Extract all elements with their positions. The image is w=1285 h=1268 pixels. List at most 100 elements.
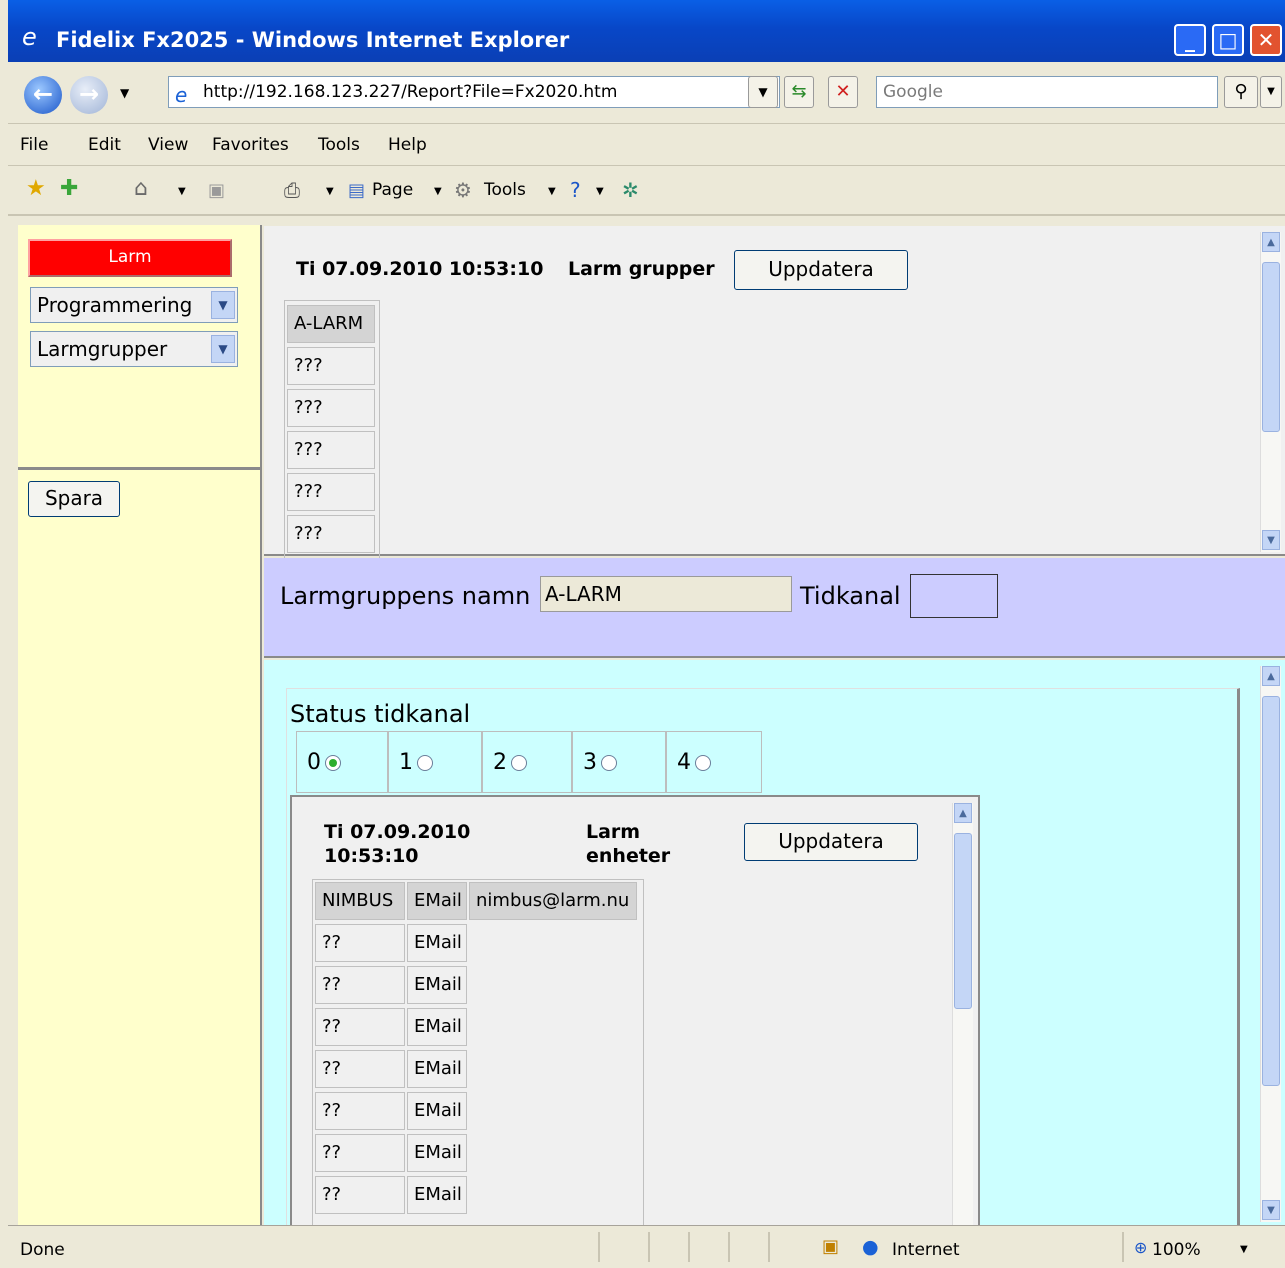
status-divider [598, 1232, 600, 1262]
zoom-icon[interactable]: ⊕ [1134, 1238, 1147, 1257]
channel-tab-3[interactable]: 3 [572, 731, 666, 793]
scroll-thumb[interactable] [954, 833, 972, 1009]
alarm-group-cell[interactable]: ??? [287, 515, 375, 553]
home-icon[interactable]: ⌂ [134, 176, 148, 201]
status-divider [768, 1232, 770, 1262]
search-options-icon[interactable]: ▼ [1260, 76, 1282, 108]
unit-name-cell[interactable]: ?? [315, 1008, 405, 1046]
channel-tab-label: 2 [493, 750, 507, 775]
alarm-button[interactable]: Larm [28, 239, 232, 277]
forward-button[interactable]: → [70, 76, 108, 114]
larmgrupper-select[interactable]: Larmgrupper ▼ [30, 331, 238, 367]
unit-type-cell[interactable]: EMail [407, 1134, 467, 1172]
address-input[interactable]: e http://192.168.123.227/Report?File=Fx2… [168, 76, 780, 108]
maximize-button[interactable]: □ [1212, 24, 1244, 56]
page-dropdown-icon[interactable]: ▼ [434, 186, 442, 197]
help-icon[interactable]: ? [570, 178, 581, 202]
scroll-thumb[interactable] [1262, 696, 1280, 1086]
left-frame: Larm Programmering ▼ Larmgrupper ▼ Spara [18, 225, 262, 1225]
minimize-button[interactable]: _ [1174, 24, 1206, 56]
menu-view[interactable]: View [148, 135, 188, 155]
alarm-group-cell[interactable]: ??? [287, 431, 375, 469]
address-toolbar: ← → ▼ e http://192.168.123.227/Report?Fi… [8, 62, 1285, 124]
favorites-star-icon[interactable]: ★ [26, 176, 46, 201]
tools-gear-icon[interactable]: ⚙ [454, 178, 472, 202]
print-icon[interactable]: ⎙ [284, 178, 300, 202]
print-dropdown-icon[interactable]: ▼ [326, 186, 334, 197]
close-button[interactable]: ✕ [1250, 24, 1282, 56]
tools-menu[interactable]: Tools [484, 180, 526, 200]
unit-type-cell[interactable]: EMail [407, 1092, 467, 1130]
radio-icon[interactable] [511, 755, 527, 771]
group-name-label: Larmgruppens namn [280, 582, 531, 610]
home-dropdown-icon[interactable]: ▼ [178, 186, 186, 197]
status-divider [688, 1232, 690, 1262]
unit-name-cell[interactable]: ?? [315, 1176, 405, 1214]
search-input[interactable]: Google [876, 76, 1218, 108]
unit-type-cell[interactable]: EMail [407, 1176, 467, 1214]
research-icon[interactable]: ✲ [622, 178, 639, 202]
scroll-up-icon[interactable]: ▲ [1262, 666, 1280, 686]
programmering-select[interactable]: Programmering ▼ [30, 287, 238, 323]
unit-type-cell[interactable]: EMail [407, 924, 467, 962]
menu-help[interactable]: Help [388, 135, 427, 155]
time-channel-input[interactable] [910, 574, 998, 618]
add-favorite-icon[interactable]: ✚ [60, 176, 78, 201]
menu-file[interactable]: File [20, 135, 48, 155]
radio-selected-icon[interactable] [325, 755, 341, 771]
address-dropdown-icon[interactable]: ▼ [748, 76, 778, 108]
top-datetime: Ti 07.09.2010 10:53:10 [296, 258, 544, 280]
channel-tab-2[interactable]: 2 [482, 731, 572, 793]
alarm-units-frame: Ti 07.09.2010 10:53:10 Larm enheter Uppd… [290, 795, 980, 1229]
back-button[interactable]: ← [24, 76, 62, 114]
unit-name-cell[interactable]: ?? [315, 924, 405, 962]
save-button[interactable]: Spara [28, 481, 120, 517]
feeds-icon[interactable]: ▣ [208, 180, 225, 201]
unit-type-cell[interactable]: EMail [407, 1008, 467, 1046]
page-menu[interactable]: Page [372, 180, 413, 200]
units-header-name[interactable]: NIMBUS [315, 882, 405, 920]
page-menu-icon[interactable]: ▤ [348, 180, 365, 201]
tools-dropdown-icon[interactable]: ▼ [548, 186, 556, 197]
search-icon[interactable]: ⚲ [1224, 76, 1258, 108]
radio-icon[interactable] [695, 755, 711, 771]
bottom-scrollbar[interactable]: ▲ ▼ [1260, 666, 1281, 1222]
refresh-icon[interactable]: ⇆ [784, 76, 814, 108]
unit-name-cell[interactable]: ?? [315, 966, 405, 1004]
top-refresh-button[interactable]: Uppdatera [734, 250, 908, 290]
scroll-down-icon[interactable]: ▼ [1262, 530, 1280, 550]
scroll-down-icon[interactable]: ▼ [1262, 1200, 1280, 1220]
scroll-up-icon[interactable]: ▲ [1262, 232, 1280, 252]
unit-type-cell[interactable]: EMail [407, 966, 467, 1004]
alarm-group-header[interactable]: A-LARM [287, 305, 375, 343]
alarm-group-cell[interactable]: ??? [287, 347, 375, 385]
alarm-group-cell[interactable]: ??? [287, 389, 375, 427]
stop-icon[interactable]: ✕ [828, 76, 858, 108]
history-dropdown-icon[interactable]: ▼ [120, 86, 129, 100]
top-scrollbar[interactable]: ▲ ▼ [1260, 232, 1281, 552]
units-header-type[interactable]: EMail [407, 882, 467, 920]
units-header-address[interactable]: nimbus@larm.nu [469, 882, 637, 920]
menu-tools[interactable]: Tools [318, 135, 360, 155]
radio-icon[interactable] [417, 755, 433, 771]
channel-tab-0[interactable]: 0 [296, 731, 388, 793]
channel-tab-1[interactable]: 1 [388, 731, 482, 793]
menu-edit[interactable]: Edit [88, 135, 121, 155]
scroll-up-icon[interactable]: ▲ [954, 803, 972, 823]
zoom-level[interactable]: 100% [1152, 1240, 1201, 1260]
channel-tab-4[interactable]: 4 [666, 731, 762, 793]
zoom-dropdown-icon[interactable]: ▼ [1240, 1244, 1248, 1255]
group-name-input[interactable]: A-LARM [540, 576, 792, 612]
help-dropdown-icon[interactable]: ▼ [596, 186, 604, 197]
radio-icon[interactable] [601, 755, 617, 771]
alarm-group-cell[interactable]: ??? [287, 473, 375, 511]
security-warning-icon[interactable]: ▣ [822, 1236, 839, 1257]
menu-favorites[interactable]: Favorites [212, 135, 289, 155]
units-scrollbar[interactable]: ▲ [952, 803, 973, 1227]
unit-name-cell[interactable]: ?? [315, 1134, 405, 1172]
unit-name-cell[interactable]: ?? [315, 1092, 405, 1130]
unit-name-cell[interactable]: ?? [315, 1050, 405, 1088]
unit-type-cell[interactable]: EMail [407, 1050, 467, 1088]
units-refresh-button[interactable]: Uppdatera [744, 823, 918, 861]
scroll-thumb[interactable] [1262, 262, 1280, 432]
